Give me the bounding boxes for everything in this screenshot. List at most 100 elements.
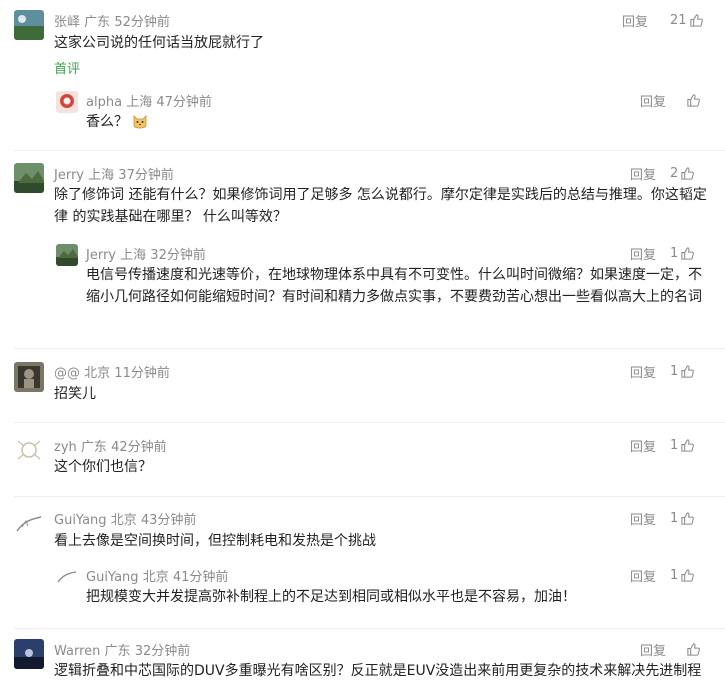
- timestamp: 47分钟前: [156, 95, 212, 110]
- username[interactable]: GuiYang: [86, 570, 139, 585]
- comment-text: 这家公司说的任何话当放屁就行了: [54, 35, 264, 51]
- like-button[interactable]: 1: [670, 438, 695, 453]
- divider: [14, 150, 725, 151]
- reply-button[interactable]: 回复: [640, 91, 666, 110]
- comment-actions: 回复 1: [630, 509, 695, 528]
- reply-actions: 回复 1: [630, 244, 695, 263]
- thumbs-up-icon: [687, 643, 700, 656]
- comment-text: 这个你们也信？: [54, 459, 152, 475]
- username[interactable]: @@: [54, 366, 80, 381]
- reply-button[interactable]: 回复: [622, 11, 648, 30]
- reply-button[interactable]: 回复: [630, 164, 656, 183]
- location: 广东: [84, 15, 111, 30]
- comment-actions: 回复 21: [622, 11, 704, 30]
- comment-meta: zyh 广东 42分钟前: [54, 436, 167, 455]
- comment-actions: 回复 1: [630, 362, 695, 381]
- reply-button[interactable]: 回复: [630, 244, 656, 263]
- comment-text: 除了修饰词 还能有什么？如果修饰词用了足够多 怎么说都行。摩尔定律是实践后的总结…: [54, 187, 707, 225]
- thumbs-up-icon: [681, 167, 695, 180]
- avatar[interactable]: [14, 435, 44, 465]
- avatar[interactable]: [14, 10, 44, 40]
- like-button[interactable]: [684, 642, 701, 657]
- comment-actions: 回复: [640, 640, 701, 659]
- timestamp: 32分钟前: [150, 248, 206, 263]
- timestamp: 32分钟前: [134, 644, 191, 659]
- reply-meta: alpha 上海 47分钟前: [86, 91, 212, 110]
- username[interactable]: GuiYang: [54, 513, 107, 528]
- avatar[interactable]: [14, 362, 44, 392]
- comment-meta: Jerry 上海 37分钟前: [54, 164, 174, 183]
- avatar[interactable]: [14, 163, 44, 193]
- timestamp: 43分钟前: [140, 513, 197, 528]
- timestamp: 42分钟前: [111, 440, 167, 455]
- like-count: 1: [670, 438, 679, 453]
- comment-actions: 回复 2: [630, 164, 695, 183]
- location: 广东: [104, 644, 131, 659]
- thumbs-up-icon: [681, 439, 695, 452]
- divider: [14, 628, 725, 629]
- thumbs-up-icon: [681, 512, 695, 525]
- comment-text: 招笑儿: [54, 386, 96, 402]
- reply-meta: Jerry 上海 32分钟前: [86, 244, 206, 263]
- like-count: 2: [670, 166, 679, 181]
- location: 北京: [84, 366, 111, 381]
- comment-text: 看上去像是空间换时间，但控制耗电和发热是个挑战: [54, 533, 376, 549]
- location: 广东: [80, 440, 107, 455]
- username[interactable]: 张峄: [54, 15, 80, 30]
- timestamp: 52分钟前: [114, 15, 170, 30]
- like-count: 1: [670, 568, 679, 583]
- location: 北京: [142, 570, 169, 585]
- like-button[interactable]: 1: [670, 246, 695, 261]
- username[interactable]: Jerry: [86, 248, 116, 263]
- reply-button[interactable]: 回复: [630, 566, 656, 585]
- like-button[interactable]: [684, 93, 701, 108]
- reply-button[interactable]: 回复: [640, 640, 666, 659]
- like-button[interactable]: 1: [670, 511, 695, 526]
- reply-text: 香么？: [86, 111, 696, 133]
- location: 上海: [120, 248, 147, 263]
- username[interactable]: Warren: [54, 644, 100, 659]
- avatar[interactable]: [56, 91, 78, 113]
- avatar[interactable]: [14, 509, 44, 539]
- reply-button[interactable]: 回复: [630, 362, 656, 381]
- thumbs-up-icon: [687, 94, 700, 107]
- reply-meta: GuiYang 北京 41分钟前: [86, 566, 228, 585]
- username[interactable]: zyh: [54, 440, 77, 455]
- like-button[interactable]: 1: [670, 364, 695, 379]
- comment-text: 逻辑折叠和中芯国际的DUV多重曝光有啥区别？反正就是EUV没造出来前用更复杂的技…: [54, 663, 702, 679]
- first-comment-tag: 首评: [54, 62, 81, 77]
- reply-button[interactable]: 回复: [630, 509, 656, 528]
- comment-meta: Warren 广东 32分钟前: [54, 640, 190, 659]
- like-button[interactable]: 2: [670, 166, 695, 181]
- like-button[interactable]: 1: [670, 568, 695, 583]
- location: 北京: [110, 513, 137, 528]
- thumbs-up-icon: [681, 247, 695, 260]
- username[interactable]: Jerry: [54, 168, 84, 183]
- reply-text: 电信号传播速度和光速等价，在地球物理体系中具有不可变性。什么叫时间微缩？如果速度…: [86, 267, 702, 305]
- comment-meta: 张峄 广东 52分钟前: [54, 11, 170, 30]
- divider: [14, 496, 725, 497]
- divider: [14, 348, 725, 349]
- location: 上海: [126, 95, 153, 110]
- reply-text: 把规模变大并发提高弥补制程上的不足达到相同或相似水平也是不容易，加油！: [86, 589, 576, 605]
- like-count: 1: [670, 511, 679, 526]
- like-count: 1: [670, 246, 679, 261]
- location: 上海: [88, 168, 115, 183]
- thumbs-up-icon: [681, 569, 695, 582]
- like-count: 1: [670, 364, 679, 379]
- cat-emoji-icon: [134, 115, 147, 129]
- username[interactable]: alpha: [86, 95, 122, 110]
- like-button[interactable]: 21: [670, 13, 704, 28]
- thumbs-up-icon: [689, 14, 703, 27]
- timestamp: 11分钟前: [114, 366, 170, 381]
- comment-actions: 回复 1: [630, 436, 695, 455]
- comment-meta: GuiYang 北京 43分钟前: [54, 509, 196, 528]
- reply-button[interactable]: 回复: [630, 436, 656, 455]
- divider: [14, 422, 725, 423]
- reply-actions: 回复: [640, 91, 701, 110]
- thumbs-up-icon: [681, 365, 695, 378]
- avatar[interactable]: [56, 566, 78, 588]
- reply-actions: 回复 1: [630, 566, 695, 585]
- avatar[interactable]: [14, 639, 44, 669]
- avatar[interactable]: [56, 244, 78, 266]
